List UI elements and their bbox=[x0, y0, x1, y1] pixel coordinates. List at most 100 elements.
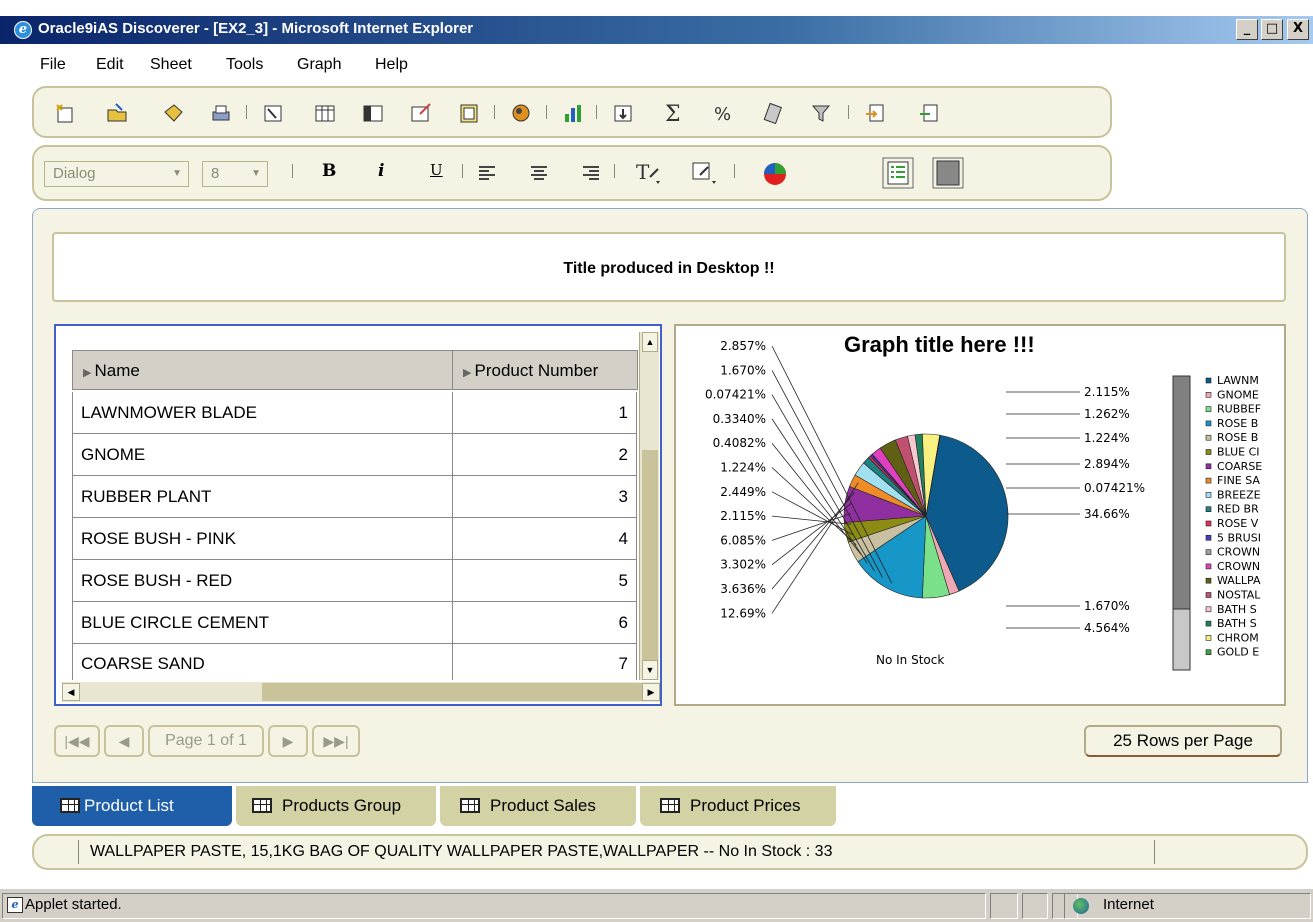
column-header-product-number[interactable]: ▶ Product Number bbox=[452, 350, 638, 390]
print-icon[interactable] bbox=[210, 102, 232, 124]
table-cell-number[interactable]: 4 bbox=[453, 518, 637, 560]
graph-gridlines-icon[interactable] bbox=[932, 157, 964, 189]
font-size-select[interactable]: 8 ▼ bbox=[202, 161, 268, 187]
scroll-down-icon[interactable]: ▼ bbox=[642, 660, 658, 680]
close-button[interactable]: X bbox=[1287, 19, 1309, 40]
menu-help[interactable]: Help bbox=[375, 56, 408, 74]
table-icon[interactable] bbox=[314, 102, 336, 124]
align-left-icon[interactable] bbox=[476, 163, 498, 185]
font-size-value: 8 bbox=[211, 165, 220, 182]
percentages-icon[interactable]: % bbox=[712, 102, 734, 124]
legend-label: BREEZE bbox=[1217, 488, 1261, 501]
table-cell-name[interactable]: GNOME bbox=[72, 434, 453, 476]
status-pane: e Applet started. bbox=[2, 893, 986, 919]
horizontal-scroll-thumb[interactable] bbox=[262, 683, 642, 701]
graph-type-icon[interactable] bbox=[762, 161, 788, 187]
minimize-button[interactable]: _ bbox=[1236, 19, 1258, 40]
table-cell-number[interactable]: 2 bbox=[453, 434, 637, 476]
tab-product-list[interactable]: Product List bbox=[32, 786, 232, 826]
data-label: 2.115% bbox=[1084, 385, 1130, 399]
legend-swatch bbox=[1205, 506, 1212, 512]
new-workbook-icon[interactable] bbox=[54, 102, 76, 124]
chart-x-label: No In Stock bbox=[876, 653, 944, 667]
data-label: 0.07421% bbox=[705, 388, 766, 402]
text-color-icon[interactable]: T bbox=[634, 159, 664, 187]
table-cell-name[interactable]: ROSE BUSH - PINK bbox=[72, 518, 453, 560]
window-title-bar[interactable]: e Oracle9iAS Discoverer - [EX2_3] - Micr… bbox=[0, 16, 1313, 44]
edit-sheet-icon[interactable] bbox=[262, 102, 284, 124]
legend-swatch bbox=[1205, 406, 1212, 412]
sort-icon[interactable] bbox=[612, 102, 634, 124]
drill-icon[interactable] bbox=[510, 102, 532, 124]
table-cell-number[interactable]: 6 bbox=[453, 602, 637, 644]
rows-per-page-button[interactable]: 25 Rows per Page bbox=[1084, 725, 1282, 757]
chevron-down-icon: ▼ bbox=[172, 168, 182, 179]
ie-icon: e bbox=[14, 21, 32, 39]
menu-sheet[interactable]: Sheet bbox=[150, 56, 192, 74]
maximize-button[interactable]: □ bbox=[1261, 19, 1283, 40]
tab-product-sales[interactable]: Product Sales bbox=[440, 786, 636, 826]
graph-legend-icon[interactable] bbox=[882, 157, 914, 189]
bold-button[interactable]: B bbox=[322, 161, 336, 181]
align-right-icon[interactable] bbox=[580, 163, 602, 185]
divider bbox=[78, 840, 79, 864]
data-label: 2.894% bbox=[1084, 457, 1130, 471]
scroll-right-icon[interactable]: ▶ bbox=[642, 683, 660, 701]
table-cell-number[interactable]: 1 bbox=[453, 392, 637, 434]
legend-scroll-thumb[interactable] bbox=[1172, 375, 1191, 610]
table-cell-name[interactable]: LAWNMOWER BLADE bbox=[72, 392, 453, 434]
table-cell-name[interactable]: RUBBER PLANT bbox=[72, 476, 453, 518]
crosstab-icon[interactable] bbox=[362, 102, 384, 124]
legend-label: BATH S bbox=[1217, 603, 1257, 616]
filter-icon[interactable] bbox=[810, 102, 832, 124]
chart-title: Graph title here !!! bbox=[844, 332, 1035, 357]
divider bbox=[1154, 840, 1155, 864]
table-cell-name[interactable]: COARSE SAND bbox=[72, 644, 453, 680]
calculations-icon[interactable] bbox=[762, 102, 784, 124]
chart-legend: LAWNMGNOMERUBBEFROSE BROSE BBLUE CICOARS… bbox=[1205, 374, 1262, 659]
tab-product-prices[interactable]: Product Prices bbox=[640, 786, 836, 826]
table-cell-name[interactable]: BLUE CIRCLE CEMENT bbox=[72, 602, 453, 644]
menu-file[interactable]: File bbox=[40, 56, 66, 74]
legend-swatch bbox=[1205, 492, 1212, 498]
horizontal-scrollbar[interactable]: ◀ ▶ bbox=[62, 682, 660, 702]
italic-button[interactable]: i bbox=[378, 161, 384, 181]
page-items-icon[interactable] bbox=[458, 102, 480, 124]
first-page-button[interactable]: |◀◀ bbox=[54, 725, 100, 757]
totals-icon[interactable]: Σ bbox=[662, 102, 684, 124]
graph-icon[interactable] bbox=[562, 102, 584, 124]
edit-table-icon[interactable] bbox=[410, 102, 432, 124]
legend-label: FINE SA bbox=[1217, 474, 1260, 487]
vertical-scrollbar[interactable]: ▲ ▼ bbox=[639, 332, 659, 680]
last-page-button[interactable]: ▶▶| bbox=[312, 725, 360, 757]
open-workbook-icon[interactable] bbox=[106, 102, 128, 124]
legend-label: BLUE CI bbox=[1217, 446, 1260, 459]
legend-label: ROSE V bbox=[1217, 517, 1259, 530]
legend-scroll[interactable] bbox=[1172, 375, 1191, 671]
vertical-scroll-thumb[interactable] bbox=[642, 450, 658, 660]
next-page-button[interactable]: ▶ bbox=[268, 725, 308, 757]
column-header-name[interactable]: ▶ Name bbox=[72, 350, 454, 390]
menu-tools[interactable]: Tools bbox=[226, 56, 263, 74]
table-cell-number[interactable]: 5 bbox=[453, 560, 637, 602]
table-cell-name[interactable]: ROSE BUSH - RED bbox=[72, 560, 453, 602]
scroll-up-icon[interactable]: ▲ bbox=[642, 332, 658, 352]
align-center-icon[interactable] bbox=[528, 163, 550, 185]
table-cell-number[interactable]: 7 bbox=[453, 644, 637, 680]
import-icon[interactable] bbox=[918, 102, 940, 124]
menu-graph[interactable]: Graph bbox=[297, 56, 341, 74]
previous-page-button[interactable]: ◀ bbox=[104, 725, 144, 757]
format-toolbar: Dialog ▼ 8 ▼ B i U T bbox=[32, 145, 1112, 201]
underline-button[interactable]: U bbox=[430, 161, 443, 179]
background-color-icon[interactable] bbox=[690, 159, 720, 187]
svg-text:%: % bbox=[714, 104, 731, 124]
menu-edit[interactable]: Edit bbox=[96, 56, 124, 74]
font-family-select[interactable]: Dialog ▼ bbox=[44, 161, 189, 187]
tab-products-group[interactable]: Products Group bbox=[236, 786, 436, 826]
export-icon[interactable] bbox=[864, 102, 886, 124]
table-cell-number[interactable]: 3 bbox=[453, 476, 637, 518]
table-icon bbox=[660, 798, 680, 813]
scroll-left-icon[interactable]: ◀ bbox=[62, 683, 80, 701]
data-label: 2.449% bbox=[720, 485, 766, 499]
save-icon[interactable] bbox=[162, 102, 184, 124]
